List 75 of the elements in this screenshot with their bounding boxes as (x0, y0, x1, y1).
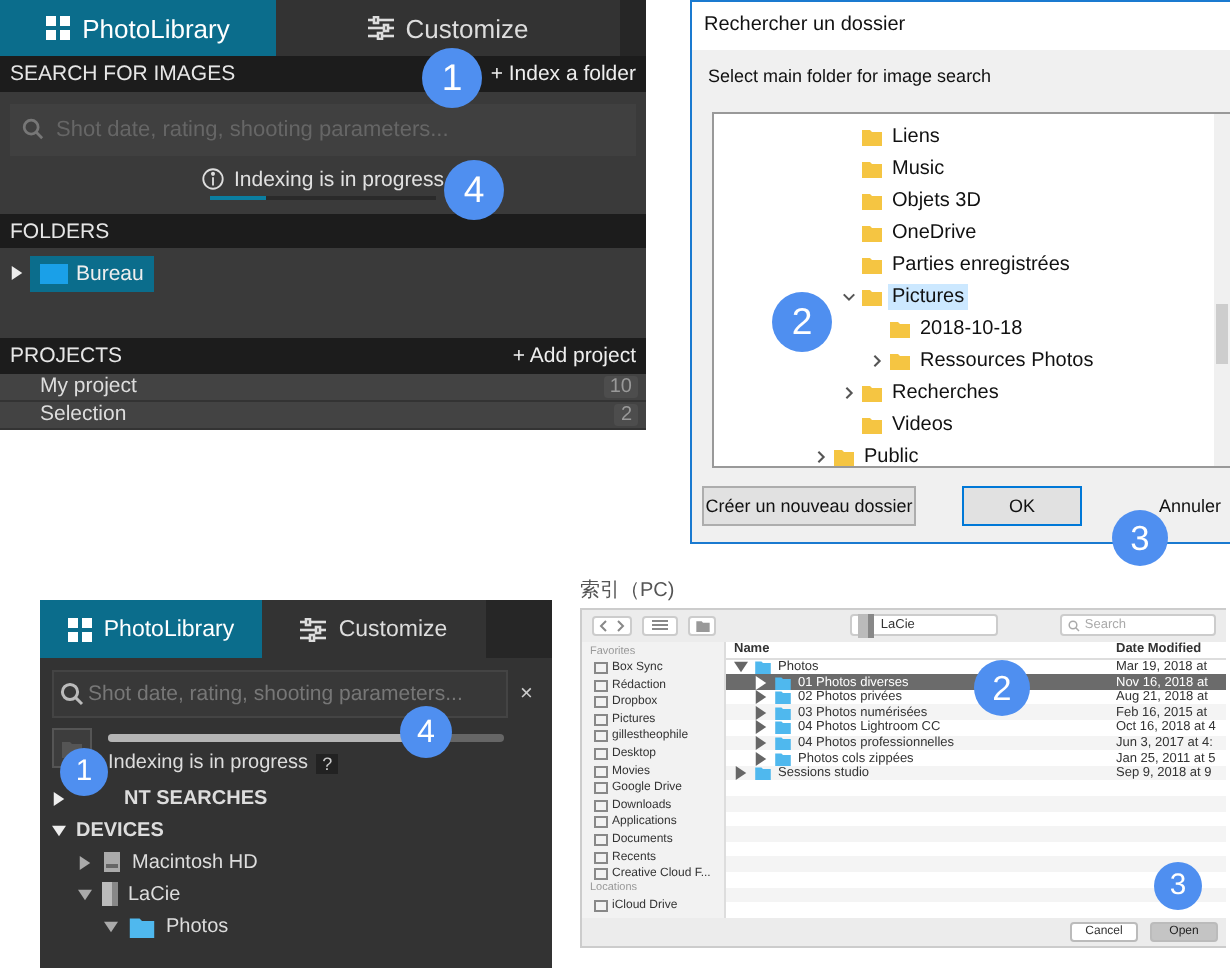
panel-tab[interactable]: Customize (262, 600, 486, 658)
tree-item[interactable]: DEVICES (76, 819, 164, 841)
tree-item[interactable]: Photos (166, 915, 229, 937)
sidebar-item-icon (594, 899, 608, 912)
ok-button[interactable]: OK (962, 485, 1082, 526)
add-project-link[interactable]: + Add project (512, 343, 636, 368)
tree-item[interactable]: NT SEARCHES (124, 787, 268, 809)
expanded-arrow-icon[interactable] (734, 659, 748, 674)
section-title: FOLDERS (10, 219, 110, 244)
folder-tree-item[interactable]: Recherches (888, 379, 1003, 406)
folder-tree-item[interactable]: Public (860, 443, 923, 470)
project-name[interactable]: Selection (40, 402, 127, 427)
new-folder-button[interactable] (687, 615, 717, 636)
project-name[interactable]: My project (40, 374, 137, 399)
folder-tree-item[interactable]: Liens (888, 123, 944, 150)
step-marker: 1 (60, 748, 108, 796)
dialog-prompt: Select main folder for image search (708, 65, 992, 86)
drive-icon (858, 613, 875, 638)
back-forward-buttons[interactable] (592, 615, 632, 636)
step-marker: 4 (400, 706, 452, 758)
panel-tab[interactable]: PhotoLibrary (0, 0, 276, 57)
step-marker: 4 (444, 160, 504, 220)
folder-tree-item[interactable]: Ressources Photos (916, 347, 1098, 374)
tree-item[interactable]: Macintosh HD (132, 851, 258, 873)
folder-tree-item[interactable]: Music (888, 155, 949, 182)
new-folder-button[interactable]: Créer un nouveau dossier (702, 485, 916, 526)
project-count: 10 (603, 375, 638, 398)
indexing-status: Indexing is in progress (108, 752, 309, 774)
panel-tab[interactable]: Customize (276, 0, 620, 57)
indexing-status: Indexing is in progress (233, 167, 445, 192)
index-folder-link[interactable]: + Index a folder (490, 61, 636, 86)
folder-tree-item[interactable]: Parties enregistrées (888, 251, 1074, 278)
back-forward-icon (597, 619, 626, 632)
scroll-bar[interactable] (1214, 114, 1230, 467)
step-marker: 3 (1112, 510, 1168, 566)
caption-text: 索引（PC) (580, 580, 675, 602)
section-title: SEARCH FOR IMAGES (10, 61, 236, 86)
expanded-arrow-icon[interactable] (78, 887, 92, 901)
drive-icon (102, 882, 118, 906)
hard-drive-icon (102, 852, 122, 872)
folder-icon (128, 915, 156, 937)
tree-item[interactable]: LaCie (128, 883, 181, 905)
folder-tree-item[interactable]: 2018-10-18 (916, 315, 1027, 342)
folder-tree-item[interactable]: Videos (888, 411, 957, 438)
list-icon (651, 620, 668, 631)
chevron-right-icon[interactable] (814, 449, 828, 464)
folder-icon (40, 264, 68, 285)
panel-tab[interactable]: PhotoLibrary (40, 600, 262, 658)
expanded-arrow-icon[interactable] (52, 823, 66, 837)
collapsed-arrow-icon[interactable] (10, 266, 24, 281)
search-icon (22, 118, 44, 141)
folder-tree-item[interactable]: OneDrive (888, 219, 981, 246)
chevron-down-icon[interactable] (842, 289, 856, 304)
sliders-icon (300, 617, 327, 641)
info-icon (201, 168, 224, 191)
clear-button[interactable]: × (520, 682, 533, 706)
chevron-right-icon[interactable] (842, 385, 856, 400)
search-icon (1068, 619, 1081, 632)
project-count: 2 (614, 403, 638, 426)
grid-icon (46, 16, 71, 41)
section-title: PROJECTS (10, 343, 123, 368)
folder-item[interactable]: Bureau (30, 256, 154, 293)
collapsed-arrow-icon[interactable] (52, 791, 66, 805)
help-button[interactable]: ? (316, 753, 339, 773)
folder-tree-item[interactable]: Pictures (888, 283, 969, 310)
folder-tree-item[interactable]: Objets 3D (888, 187, 985, 214)
view-button[interactable] (641, 615, 678, 636)
chevron-right-icon[interactable] (870, 353, 884, 368)
sliders-icon (367, 16, 394, 41)
search-icon (60, 682, 84, 706)
expanded-arrow-icon[interactable] (104, 919, 118, 933)
grid-icon (67, 617, 92, 641)
collapsed-arrow-icon[interactable] (78, 855, 92, 869)
dialog-title: Rechercher un dossier (704, 14, 906, 37)
folder-icon (695, 619, 710, 632)
